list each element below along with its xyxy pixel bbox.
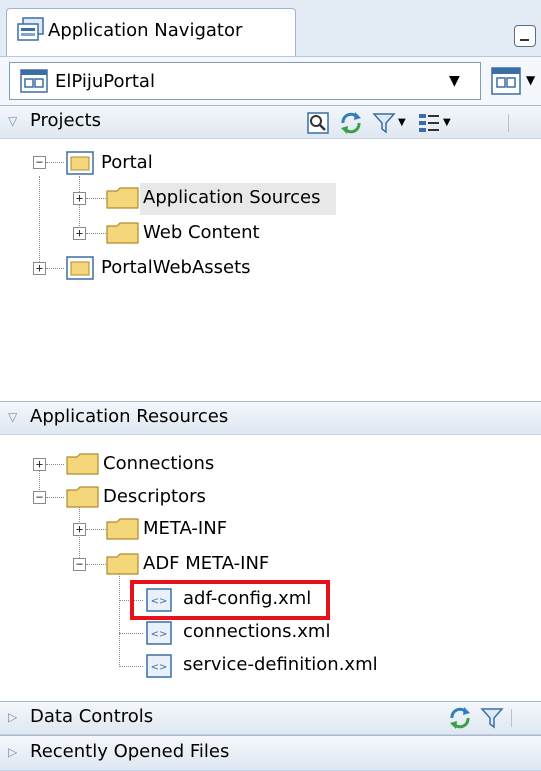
- minimize-button[interactable]: [514, 25, 536, 47]
- expand-toggle[interactable]: +: [33, 262, 46, 275]
- folder-icon: [106, 222, 139, 244]
- tree-guide-line: [86, 564, 106, 565]
- tree-item-label[interactable]: service-definition.xml: [183, 654, 378, 675]
- folder-icon: [106, 187, 139, 209]
- collapse-triangle-icon[interactable]: ▽: [8, 114, 17, 128]
- application-icon: [20, 69, 48, 93]
- refresh-icon[interactable]: [446, 704, 474, 732]
- folder-icon: [106, 518, 139, 540]
- recently-opened-files-title: Recently Opened Files: [30, 741, 230, 762]
- application-menu-icon[interactable]: [488, 64, 524, 98]
- tree-item-label[interactable]: PortalWebAssets: [101, 257, 251, 278]
- toolbar-separator: [511, 709, 512, 727]
- svg-text:<>: <>: [151, 662, 168, 673]
- collapse-toggle[interactable]: −: [33, 156, 46, 169]
- tree-item-label[interactable]: Application Sources: [143, 187, 321, 208]
- projects-title: Projects: [30, 110, 101, 131]
- view-options-dropdown-icon[interactable]: ▼: [443, 117, 451, 128]
- tree-guide-line: [46, 162, 64, 163]
- collapse-toggle[interactable]: −: [73, 558, 86, 571]
- folder-icon: [66, 453, 99, 475]
- tree-guide-line: [86, 198, 106, 199]
- xml-file-icon: <>: [146, 654, 172, 678]
- project-icon: [66, 151, 94, 175]
- expand-toggle[interactable]: +: [73, 523, 86, 536]
- tree-guide-line: [46, 268, 64, 269]
- tree-guide-line: [46, 497, 64, 498]
- collapse-toggle[interactable]: −: [33, 491, 46, 504]
- tree-guide-line: [119, 572, 120, 667]
- project-icon: [66, 256, 94, 280]
- tree-item-label[interactable]: Web Content: [143, 222, 260, 243]
- svg-text:<>: <>: [151, 629, 168, 640]
- refresh-icon[interactable]: [337, 109, 365, 137]
- search-icon[interactable]: [306, 111, 330, 135]
- tree-guide-line: [86, 233, 106, 234]
- tree-item-label[interactable]: Connections: [103, 453, 214, 474]
- expand-toggle[interactable]: +: [33, 458, 46, 471]
- tree-item-label[interactable]: adf-config.xml: [183, 588, 311, 609]
- tree-item-label[interactable]: Descriptors: [103, 486, 206, 507]
- tree-guide-line: [119, 666, 143, 667]
- tree-guide-line: [46, 464, 64, 465]
- filter-dropdown-icon[interactable]: ▼: [398, 117, 406, 128]
- filter-icon[interactable]: [372, 111, 396, 135]
- expand-triangle-icon[interactable]: ▷: [8, 745, 17, 759]
- tree-item-label[interactable]: META-INF: [143, 518, 227, 539]
- chevron-down-icon[interactable]: ▼: [526, 73, 535, 87]
- toolbar-separator: [508, 114, 509, 132]
- application-resources-title: Application Resources: [30, 406, 229, 427]
- dropdown-arrow-icon[interactable]: ▼: [449, 73, 460, 89]
- filter-icon[interactable]: [480, 706, 504, 730]
- collapse-triangle-icon[interactable]: ▽: [8, 410, 17, 424]
- tab-title: Application Navigator: [48, 20, 243, 41]
- tree-guide-line: [86, 529, 106, 530]
- data-controls-title: Data Controls: [30, 706, 154, 727]
- folder-icon: [106, 553, 139, 575]
- folder-icon: [66, 486, 99, 508]
- tree-item-label[interactable]: Portal: [101, 152, 153, 173]
- application-combo-value: ElPijuPortal: [55, 71, 155, 92]
- tree-item-label[interactable]: ADF META-INF: [143, 553, 269, 574]
- tree-guide-line: [39, 176, 40, 268]
- xml-file-icon: <>: [146, 588, 172, 612]
- tree-guide-line: [119, 633, 143, 634]
- view-options-icon[interactable]: [417, 111, 441, 135]
- expand-toggle[interactable]: +: [73, 192, 86, 205]
- svg-text:<>: <>: [151, 596, 168, 607]
- tree-item-label[interactable]: connections.xml: [183, 621, 330, 642]
- application-navigator-icon: [17, 17, 44, 41]
- xml-file-icon: <>: [146, 621, 172, 645]
- expand-triangle-icon[interactable]: ▷: [8, 710, 17, 724]
- expand-toggle[interactable]: +: [73, 227, 86, 240]
